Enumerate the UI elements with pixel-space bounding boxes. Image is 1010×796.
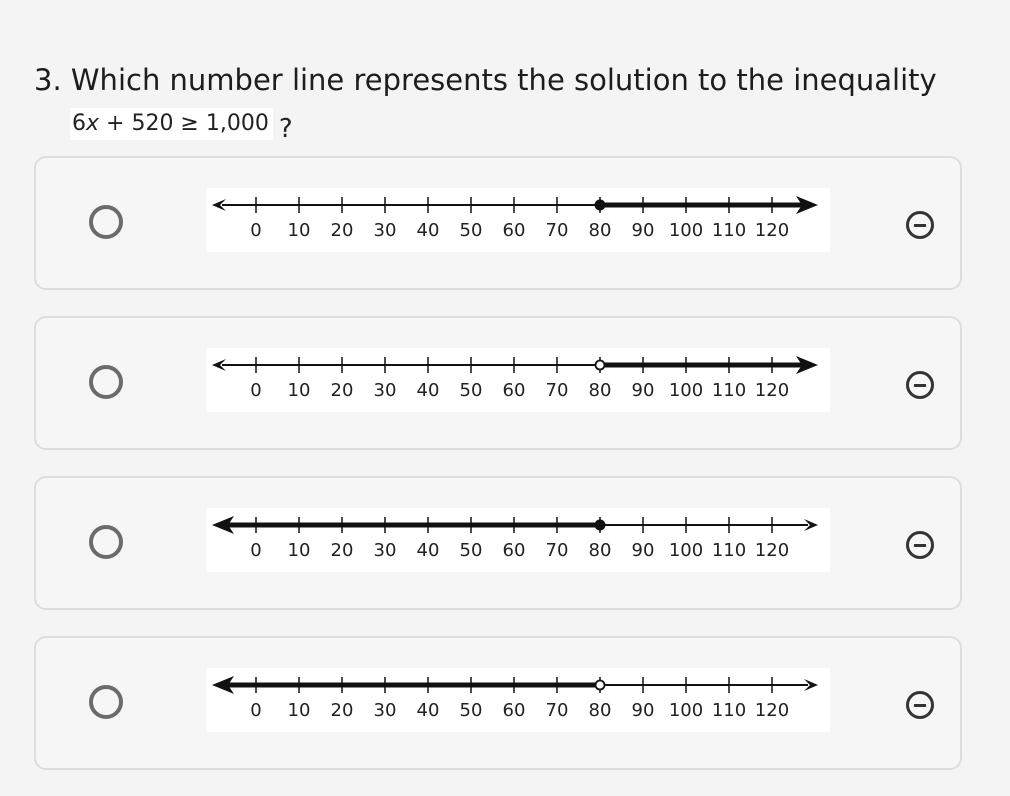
tick-label: 20 xyxy=(331,540,354,561)
tick-label: 20 xyxy=(331,220,354,241)
tick-label: 10 xyxy=(288,540,311,561)
tick-label: 50 xyxy=(460,220,483,241)
tick-label: 50 xyxy=(460,700,483,721)
tick-label: 0 xyxy=(250,540,261,561)
tick-label: 120 xyxy=(755,220,789,241)
tick-label: 110 xyxy=(712,700,746,721)
tick-label: 110 xyxy=(712,540,746,561)
tick-label: 40 xyxy=(417,220,440,241)
number-line-a: 0 10 20 30 40 50 60 70 80 90 100 110 120 xyxy=(206,188,830,252)
tick-label: 50 xyxy=(460,540,483,561)
tick-label: 50 xyxy=(460,380,483,401)
tick-label: 90 xyxy=(632,380,655,401)
tick-label: 90 xyxy=(632,540,655,561)
answer-option-b[interactable]: 0 10 20 30 40 50 60 70 80 90 100 110 120 xyxy=(34,316,962,450)
tick-label: 80 xyxy=(589,220,612,241)
tick-label: 0 xyxy=(250,380,261,401)
tick-label: 90 xyxy=(632,220,655,241)
open-endpoint xyxy=(594,679,606,691)
tick-label: 110 xyxy=(712,380,746,401)
radio-circle-icon[interactable] xyxy=(89,365,123,399)
tick-label: 30 xyxy=(374,700,397,721)
tick-label: 70 xyxy=(546,220,569,241)
tick-label: 100 xyxy=(669,700,703,721)
radio-circle-icon[interactable] xyxy=(89,525,123,559)
tick-label: 60 xyxy=(503,220,526,241)
tick-label: 0 xyxy=(250,700,261,721)
eliminate-choice-icon[interactable] xyxy=(906,211,934,239)
tick-label: 40 xyxy=(417,540,440,561)
tick-label: 100 xyxy=(669,220,703,241)
number-line-b: 0 10 20 30 40 50 60 70 80 90 100 110 120 xyxy=(206,348,830,412)
tick-label: 10 xyxy=(288,380,311,401)
tick-label: 120 xyxy=(755,700,789,721)
number-line-d: 0 10 20 30 40 50 60 70 80 90 100 110 120 xyxy=(206,668,830,732)
tick-label: 80 xyxy=(589,540,612,561)
tick-label: 60 xyxy=(503,540,526,561)
number-line-c: 0 10 20 30 40 50 60 70 80 90 100 110 120 xyxy=(206,508,830,572)
tick-label: 30 xyxy=(374,220,397,241)
answer-option-a[interactable]: 0 10 20 30 40 50 60 70 80 90 100 110 120 xyxy=(34,156,962,290)
number-line-graphic: 0 10 20 30 40 50 60 70 80 90 100 110 120 xyxy=(212,676,818,721)
answer-option-c[interactable]: 0 10 20 30 40 50 60 70 80 90 100 110 120 xyxy=(34,476,962,610)
tick-label: 120 xyxy=(755,380,789,401)
answer-options: 0 10 20 30 40 50 60 70 80 90 100 110 120 0 10 20 30 40 50… xyxy=(34,156,962,796)
tick-label: 20 xyxy=(331,380,354,401)
tick-label: 110 xyxy=(712,220,746,241)
inequality-formula: 6x + 520 ≥ 1,000 xyxy=(70,108,273,140)
question: 3. Which number line represents the solu… xyxy=(34,58,974,144)
answer-option-d[interactable]: 0 10 20 30 40 50 60 70 80 90 100 110 120 xyxy=(34,636,962,770)
tick-label: 80 xyxy=(589,380,612,401)
number-line-graphic: 0 10 20 30 40 50 60 70 80 90 100 110 120 xyxy=(212,196,818,241)
tick-label: 120 xyxy=(755,540,789,561)
tick-label: 0 xyxy=(250,220,261,241)
closed-endpoint xyxy=(594,519,606,531)
tick-label: 30 xyxy=(374,540,397,561)
closed-endpoint xyxy=(594,199,606,211)
number-line-graphic: 0 10 20 30 40 50 60 70 80 90 100 110 120 xyxy=(212,356,818,401)
tick-label: 90 xyxy=(632,700,655,721)
tick-label: 80 xyxy=(589,700,612,721)
tick-label: 40 xyxy=(417,380,440,401)
formula-rest: + 520 ≥ 1,000 xyxy=(99,111,269,136)
tick-label: 70 xyxy=(546,540,569,561)
tick-label: 30 xyxy=(374,380,397,401)
number-line-graphic: 0 10 20 30 40 50 60 70 80 90 100 110 120 xyxy=(212,516,818,561)
question-formula-row: 6x + 520 ≥ 1,000 ? xyxy=(70,106,974,144)
question-mark: ? xyxy=(278,114,293,144)
formula-coefficient: 6 xyxy=(72,111,86,136)
tick-label: 10 xyxy=(288,700,311,721)
radio-circle-icon[interactable] xyxy=(89,685,123,719)
tick-label: 70 xyxy=(546,380,569,401)
question-text: 3. Which number line represents the solu… xyxy=(34,63,937,97)
tick-label: 20 xyxy=(331,700,354,721)
eliminate-choice-icon[interactable] xyxy=(906,371,934,399)
tick-label: 100 xyxy=(669,380,703,401)
tick-label: 60 xyxy=(503,380,526,401)
eliminate-choice-icon[interactable] xyxy=(906,691,934,719)
tick-label: 40 xyxy=(417,700,440,721)
tick-label: 70 xyxy=(546,700,569,721)
open-endpoint xyxy=(594,359,606,371)
tick-label: 10 xyxy=(288,220,311,241)
eliminate-choice-icon[interactable] xyxy=(906,531,934,559)
radio-circle-icon[interactable] xyxy=(89,205,123,239)
tick-label: 60 xyxy=(503,700,526,721)
tick-label: 100 xyxy=(669,540,703,561)
formula-variable: x xyxy=(86,111,100,136)
